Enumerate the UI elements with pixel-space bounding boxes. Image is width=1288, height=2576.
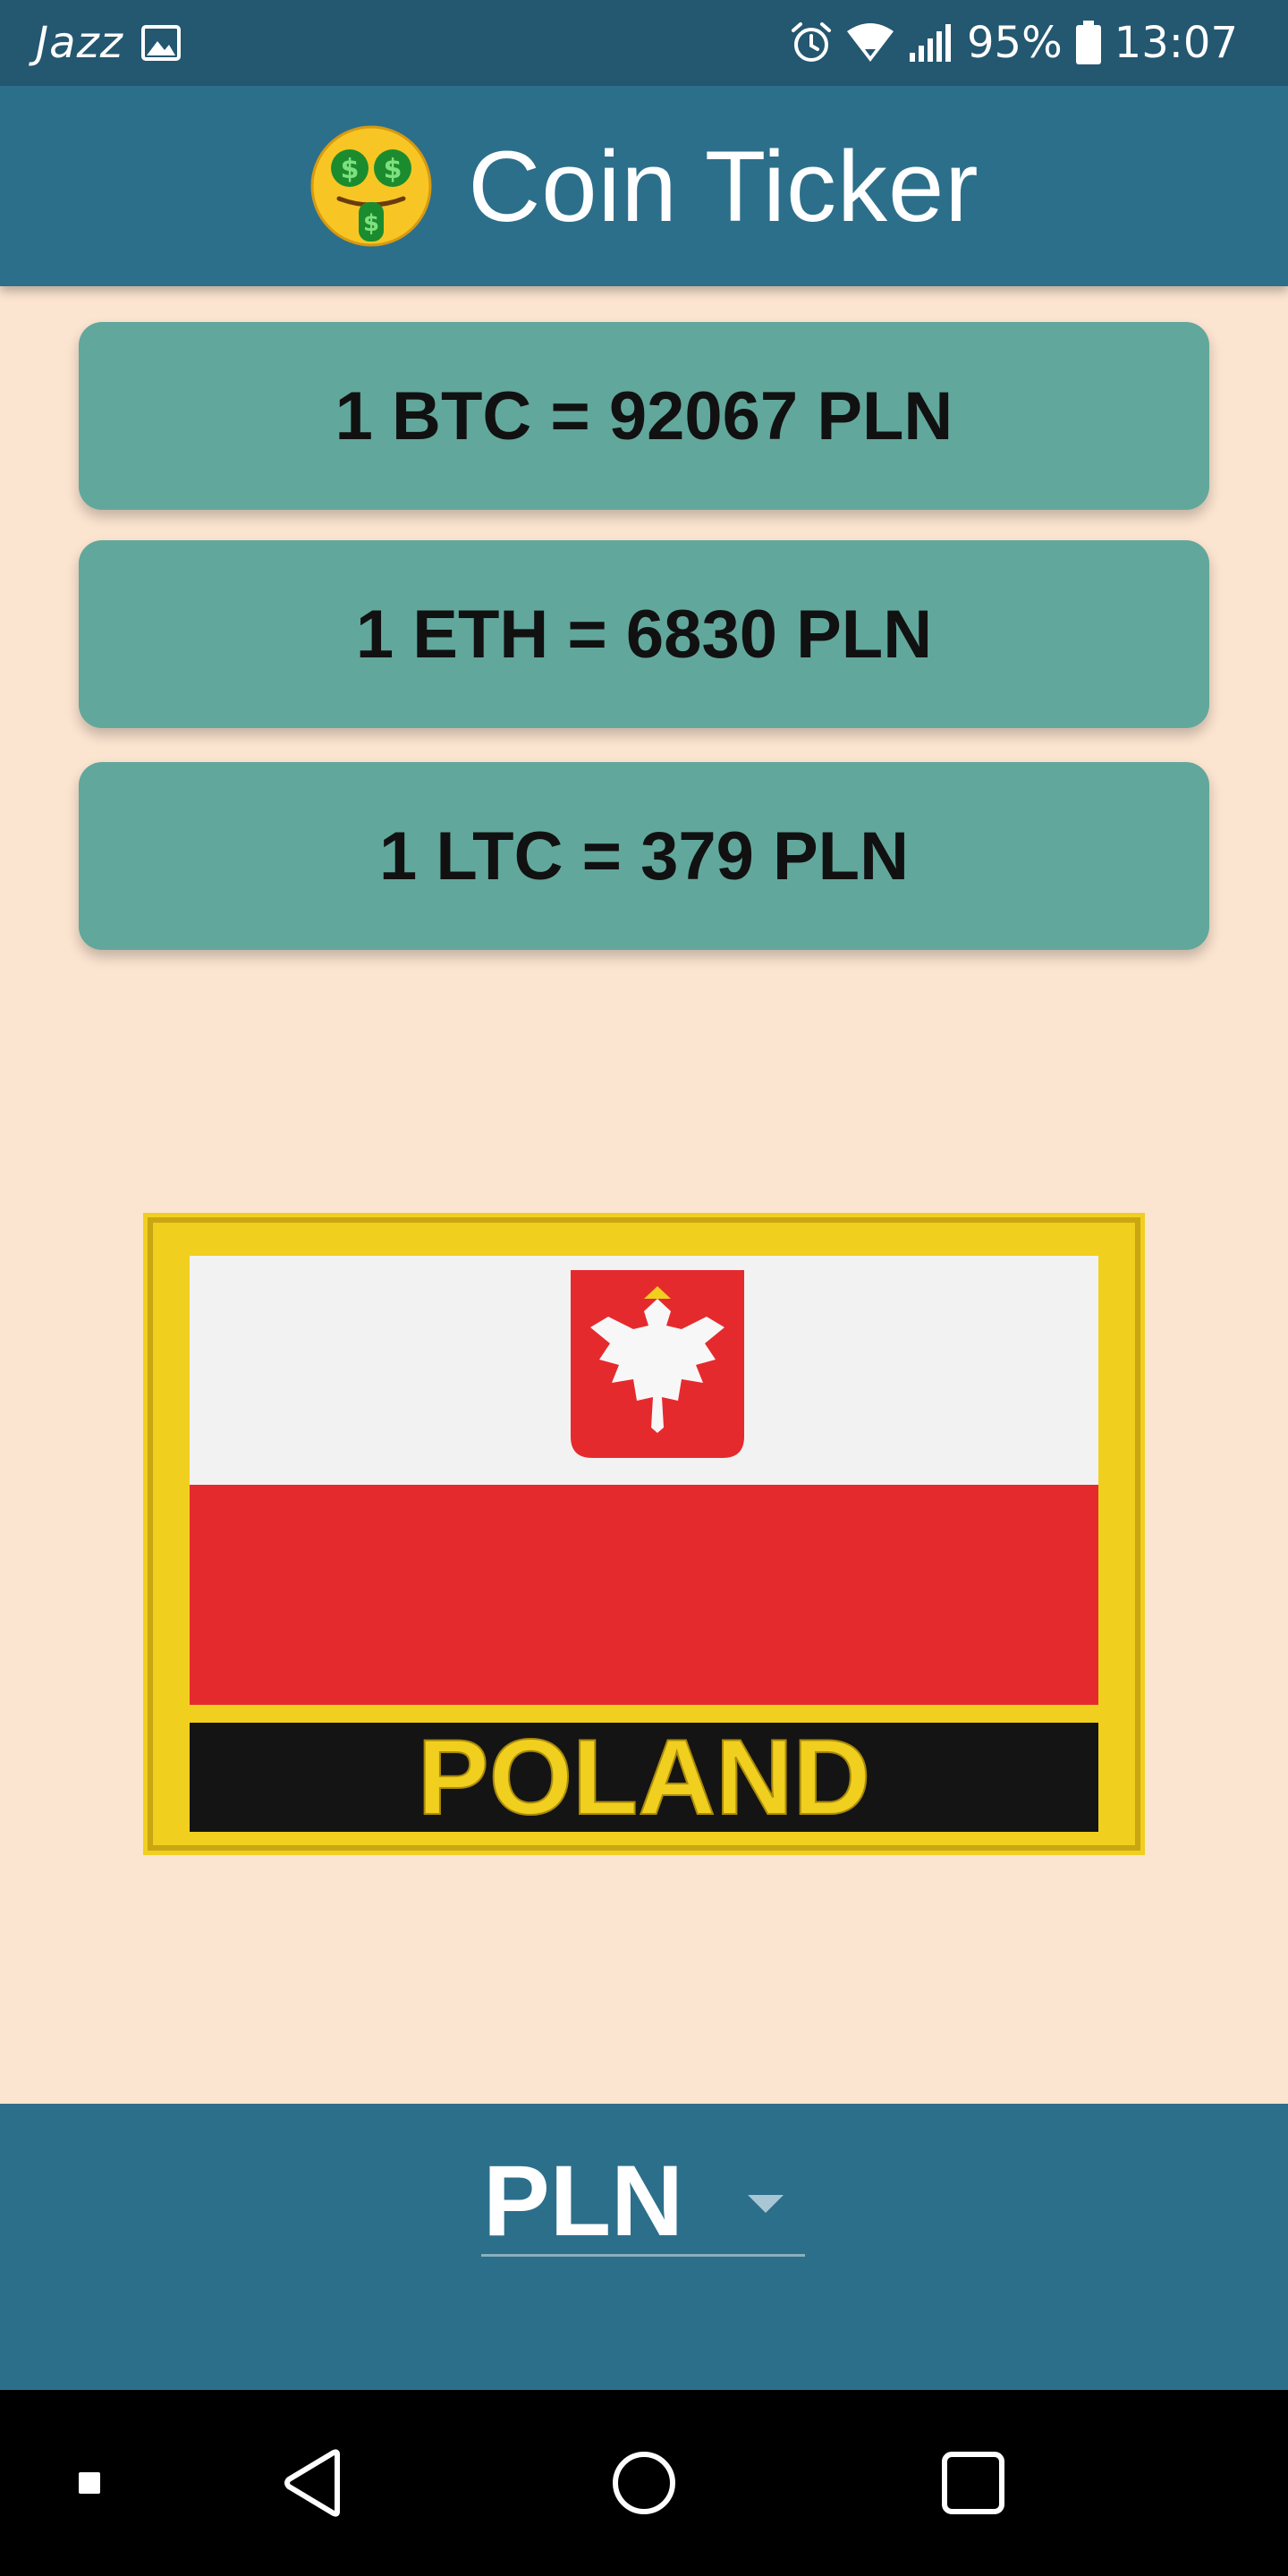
svg-text:$: $ [341, 154, 360, 185]
overview-square-icon [942, 2452, 1004, 2514]
square-dot-icon [79, 2472, 100, 2494]
back-button[interactable] [259, 2390, 367, 2576]
status-right: 95% 13:07 [790, 0, 1238, 86]
btc-rate-card: 1 BTC = 92067 PLN [79, 322, 1209, 510]
currency-selected-value: PLN [483, 2145, 683, 2257]
overview-button[interactable] [919, 2390, 1027, 2576]
dropdown-arrow-icon [748, 2195, 784, 2213]
svg-text:$: $ [384, 154, 402, 185]
app-title: Coin Ticker [468, 130, 979, 242]
poland-flag-image: POLAND [143, 1213, 1145, 1855]
battery-icon [1075, 21, 1101, 64]
flag-country-text: POLAND [418, 1717, 871, 1837]
home-circle-icon [613, 2452, 675, 2514]
alarm-icon [791, 22, 831, 62]
app-bar: $ $ $ Coin Ticker [0, 86, 1288, 286]
currency-picker-area: PLN [0, 2104, 1288, 2390]
wifi-icon [846, 23, 894, 62]
carrier-name: Jazz [36, 18, 123, 68]
status-bar: Jazz 95% 13:07 [0, 0, 1288, 86]
status-left: Jazz [36, 0, 181, 86]
battery-percent: 95% [966, 18, 1063, 68]
back-triangle-icon [284, 2449, 340, 2517]
currency-dropdown[interactable]: PLN [481, 2140, 805, 2257]
eth-rate-card: 1 ETH = 6830 PLN [79, 540, 1209, 728]
ltc-rate-card: 1 LTC = 379 PLN [79, 762, 1209, 950]
clock: 13:07 [1114, 18, 1238, 68]
svg-text:$: $ [363, 210, 379, 237]
home-button[interactable] [590, 2390, 698, 2576]
android-nav-bar [0, 2390, 1288, 2576]
signal-icon [909, 24, 951, 62]
money-mouth-face-icon: $ $ $ [310, 125, 432, 247]
coat-of-arms-icon [567, 1267, 748, 1462]
gallery-icon [140, 25, 181, 61]
recent-apps-dot-button[interactable] [54, 2390, 125, 2576]
